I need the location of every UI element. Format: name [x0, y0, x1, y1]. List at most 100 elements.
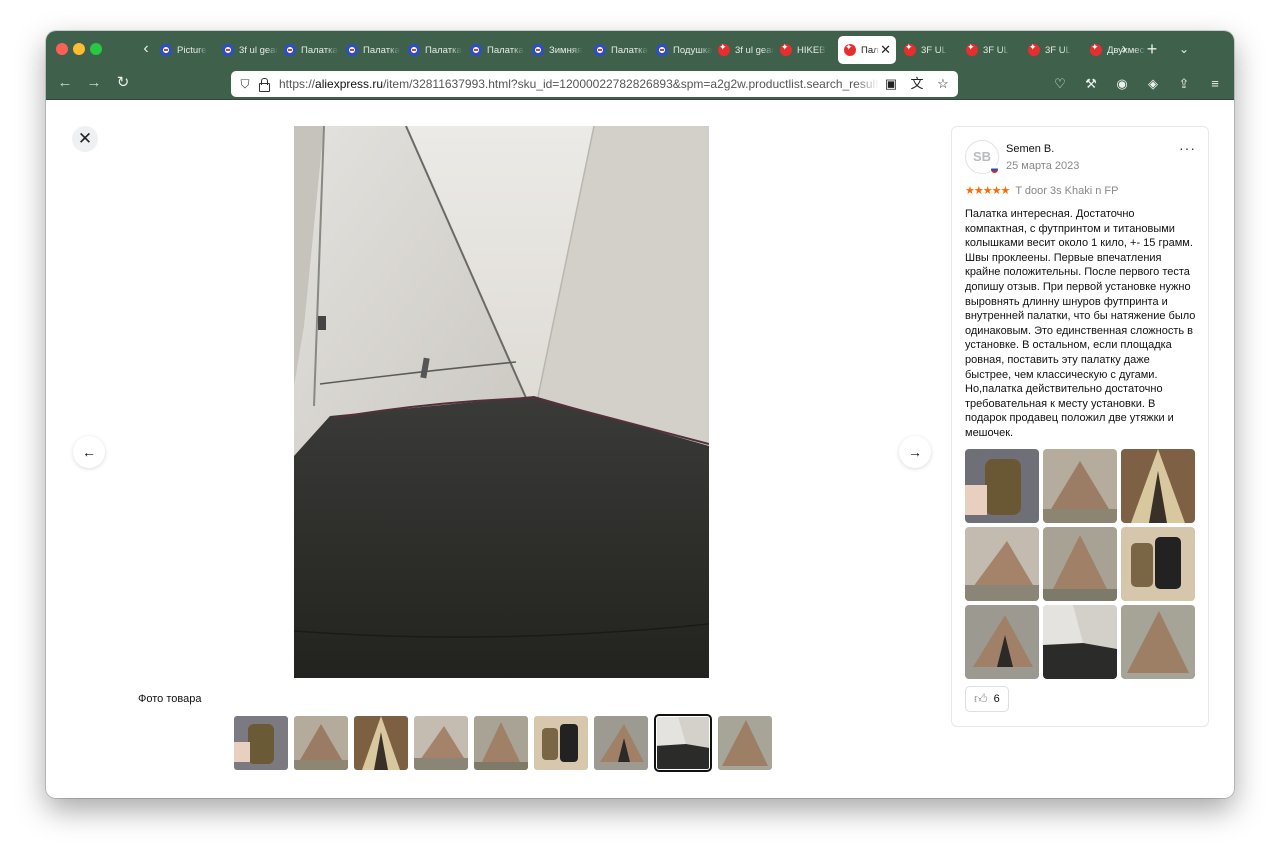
thumbnail-7[interactable]: [594, 716, 648, 770]
tab[interactable]: Палатка: [588, 36, 650, 64]
site-favicon-icon: [284, 44, 296, 56]
address-bar[interactable]: ⛉ https://aliexpress.ru/item/32811637993…: [231, 71, 958, 97]
photo-thumbnails: [234, 714, 772, 772]
tab-list-chevron-down-icon[interactable]: ⌄: [1174, 38, 1194, 60]
tab[interactable]: Подушка: [650, 36, 712, 64]
tab-title: Палатка: [611, 44, 648, 56]
thumbnail-3[interactable]: [354, 716, 408, 770]
translate-icon[interactable]: 文: [908, 75, 926, 93]
image-viewer: ✕ ← → Фото товара SB Semen B. 25 марта 2…: [46, 101, 1234, 798]
tab-title: 3f ul gear: [239, 44, 278, 56]
tab[interactable]: Палатка: [402, 36, 464, 64]
navigation-toolbar: ← → ↻ ⛉ https://aliexpress.ru/item/32811…: [46, 68, 1234, 100]
back-arrow-icon[interactable]: ←: [54, 72, 76, 94]
thumbnail-9[interactable]: [718, 716, 772, 770]
aliexpress-favicon-icon: [1090, 42, 1102, 56]
site-favicon-icon: [408, 44, 420, 56]
review-photo-9[interactable]: [1121, 605, 1195, 679]
review-photo-2[interactable]: [1043, 449, 1117, 523]
thumbnail-6[interactable]: [534, 716, 588, 770]
tab-title: 3F UL: [921, 44, 947, 56]
site-favicon-icon: [470, 44, 482, 56]
review-photo-6[interactable]: [1121, 527, 1195, 601]
tab[interactable]: 3f ul gear: [712, 36, 774, 64]
tab[interactable]: 3F UL: [960, 36, 1022, 64]
site-favicon-icon: [346, 44, 358, 56]
reader-view-icon[interactable]: ▣: [882, 75, 900, 93]
close-viewer-button[interactable]: ✕: [72, 126, 98, 152]
review-photo-5[interactable]: [1043, 527, 1117, 601]
menu-icon[interactable]: ≡: [1204, 73, 1226, 95]
url-text[interactable]: https://aliexpress.ru/item/32811637993.h…: [279, 77, 879, 91]
lock-icon[interactable]: [257, 77, 271, 92]
tab[interactable]: Зимняя: [526, 36, 588, 64]
aliexpress-favicon-icon: [780, 42, 792, 56]
tracking-shield-icon[interactable]: ⛉: [237, 77, 253, 92]
close-tab-icon[interactable]: ✕: [880, 42, 891, 58]
tab-strip: Picture 3f ul gear Палатка Палатка Палатка Па…: [154, 36, 1146, 64]
review-card: SB Semen B. 25 марта 2023 ··· ★★★★★ T do…: [951, 126, 1209, 727]
zoom-window-button[interactable]: [90, 43, 102, 55]
aliexpress-favicon-icon: [718, 42, 730, 56]
tab[interactable]: Палатка: [340, 36, 402, 64]
tab[interactable]: 3F UL: [898, 36, 960, 64]
toolbar-extensions: ♡ ⚒ ◉ ◈ ⇪ ≡: [1049, 73, 1226, 95]
tab-title: Палатка: [363, 44, 400, 56]
tab[interactable]: Picture: [154, 36, 216, 64]
pocket-icon[interactable]: ♡: [1049, 73, 1071, 95]
site-favicon-icon: [532, 44, 544, 56]
tab[interactable]: Двухместная: [1084, 36, 1146, 64]
site-favicon-icon: [594, 44, 606, 56]
review-photo-1[interactable]: [965, 449, 1039, 523]
address-bar-actions: ▣ 文 ☆: [882, 75, 952, 93]
tab-title: Подушка: [673, 44, 712, 56]
thumbnail-5[interactable]: [474, 716, 528, 770]
browser-window: ‹ Picture 3f ul gear Палатка Палатка Палатка…: [46, 31, 1234, 798]
tab-title: Палатка: [425, 44, 462, 56]
next-image-button[interactable]: →: [899, 436, 931, 468]
review-photo-8[interactable]: [1043, 605, 1117, 679]
main-photo: [294, 126, 709, 678]
tab-scroll-right-icon[interactable]: ›: [1116, 38, 1132, 60]
star-rating: ★★★★★: [965, 185, 1010, 197]
tab-title: 3f ul gear: [735, 44, 774, 56]
thumbnail-1[interactable]: [234, 716, 288, 770]
new-tab-icon[interactable]: +: [1142, 38, 1162, 60]
review-photo-4[interactable]: [965, 527, 1039, 601]
thumbnail-4[interactable]: [414, 716, 468, 770]
review-photo-grid: [965, 449, 1195, 679]
thumbnail-8-selected[interactable]: [654, 714, 712, 772]
like-count: 6: [993, 693, 1000, 705]
tab[interactable]: Палатка: [464, 36, 526, 64]
thumbs-up-icon: 👍︎: [974, 691, 988, 706]
previous-image-button[interactable]: ←: [73, 436, 105, 468]
tab-title: Палатка: [301, 44, 338, 56]
more-options-icon[interactable]: ···: [1179, 140, 1196, 156]
review-photo-3[interactable]: [1121, 449, 1195, 523]
shield-extension-icon[interactable]: ◈: [1142, 73, 1164, 95]
account-icon[interactable]: ◉: [1111, 73, 1133, 95]
bookmark-star-icon[interactable]: ☆: [934, 75, 952, 93]
aliexpress-favicon-icon: [844, 42, 856, 56]
tab[interactable]: 3F UL: [1022, 36, 1084, 64]
minimize-window-button[interactable]: [73, 43, 85, 55]
russia-flag-icon: [990, 165, 999, 174]
forward-arrow-icon[interactable]: →: [83, 72, 105, 94]
aliexpress-favicon-icon: [1028, 42, 1040, 56]
review-date: 25 марта 2023: [1006, 160, 1080, 172]
like-button[interactable]: 👍︎ 6: [965, 686, 1009, 712]
tab-active[interactable]: Палатка✕: [838, 36, 896, 64]
photo-caption: Фото товара: [138, 693, 202, 705]
thumbnail-2[interactable]: [294, 716, 348, 770]
review-author: Semen B.: [1006, 143, 1055, 155]
review-photo-7[interactable]: [965, 605, 1039, 679]
close-window-button[interactable]: [56, 43, 68, 55]
tab[interactable]: 3f ul gear: [216, 36, 278, 64]
tab[interactable]: Палатка: [278, 36, 340, 64]
wrench-icon[interactable]: ⚒: [1080, 73, 1102, 95]
share-icon[interactable]: ⇪: [1173, 73, 1195, 95]
tab-scroll-left-icon[interactable]: ‹: [138, 38, 154, 60]
reload-icon[interactable]: ↻: [112, 72, 134, 94]
tab[interactable]: HIKEB: [774, 36, 836, 64]
tab-title: Picture: [177, 44, 207, 56]
